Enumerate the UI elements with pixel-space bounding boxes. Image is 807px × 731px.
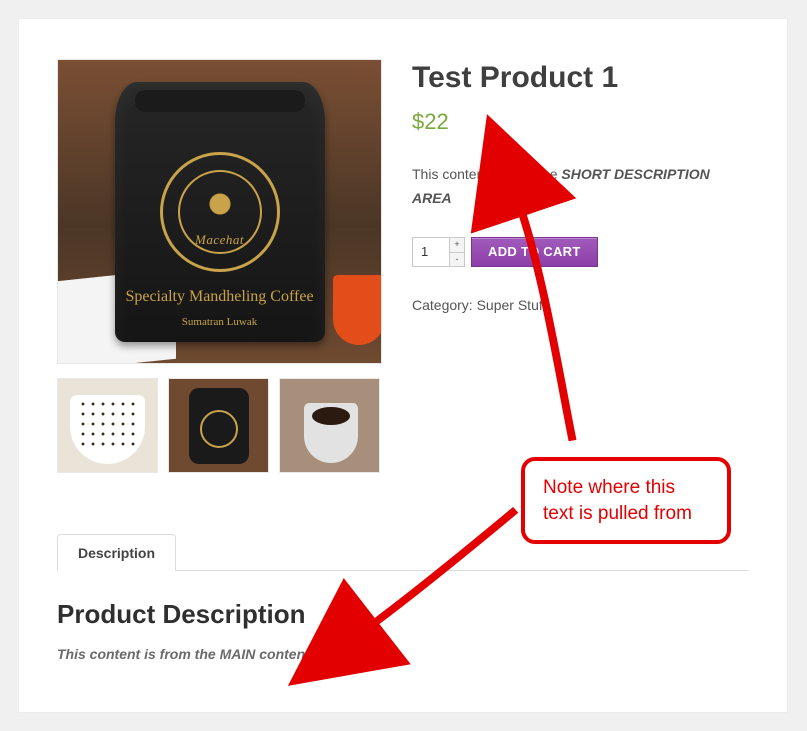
product-summary: Test Product 1 $22 This content is from … [412,59,749,473]
thumbnail-1[interactable] [57,378,158,473]
tab-bar: Description [57,533,749,571]
product-meta: Category: Super Stuff. [412,297,749,313]
product-top-row: Macehat Specialty Mandheling Coffee Suma… [57,59,749,473]
category-suffix: . [546,297,550,313]
bag-brand-text: Macehat [195,232,244,248]
product-price: $22 [412,109,749,135]
short-desc-prefix: This content is from the [412,166,561,182]
coffee-bag: Macehat Specialty Mandheling Coffee Suma… [115,82,325,342]
annotation-line1: Note where this [543,475,709,501]
photo-bg-cup [333,275,382,345]
bag-logo-icon [160,152,280,272]
product-main-image[interactable]: Macehat Specialty Mandheling Coffee Suma… [57,59,382,364]
add-to-cart-row: + - ADD TO CART [412,237,749,267]
quantity-input[interactable] [413,238,449,266]
product-title: Test Product 1 [412,61,749,95]
quantity-buttons: + - [449,238,464,266]
quantity-stepper: + - [412,237,465,267]
description-body: This content is from the MAIN content se… [57,646,749,662]
annotation-line2: text is pulled from [543,501,709,527]
bag-subline: Sumatran Luwak [115,316,325,328]
product-page: Macehat Specialty Mandheling Coffee Suma… [18,18,788,713]
bag-tagline: Specialty Mandheling Coffee [115,288,325,306]
qty-minus-button[interactable]: - [450,252,464,266]
category-link[interactable]: Super Stuff [477,297,547,313]
thumbnail-2[interactable] [168,378,269,473]
tab-description[interactable]: Description [57,534,176,571]
thumbnail-row [57,378,382,473]
description-panel: Product Description This content is from… [57,571,749,662]
thumbnail-3[interactable] [279,378,380,473]
description-heading: Product Description [57,599,749,630]
product-gallery: Macehat Specialty Mandheling Coffee Suma… [57,59,382,473]
short-description: This content is from the SHORT DESCRIPTI… [412,163,749,211]
add-to-cart-button[interactable]: ADD TO CART [471,237,598,267]
category-label: Category: [412,297,477,313]
product-tabs: Description Product Description This con… [57,533,749,662]
qty-plus-button[interactable]: + [450,238,464,252]
